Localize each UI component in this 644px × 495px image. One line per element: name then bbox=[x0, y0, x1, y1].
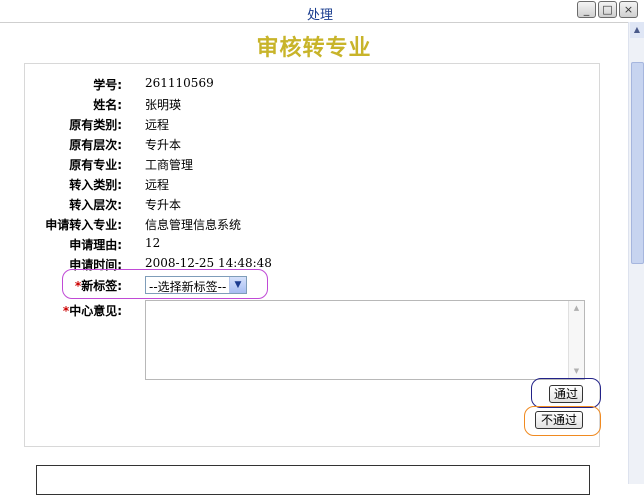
center-opinion-textarea[interactable]: ▲ ▼ bbox=[145, 300, 585, 380]
field-value: 信息管理信息系统 bbox=[145, 218, 242, 232]
field-row-student-id: 学号: 261110569 bbox=[0, 76, 600, 94]
field-value: 专升本 bbox=[145, 198, 182, 212]
field-label: 学号: bbox=[93, 78, 122, 92]
close-button[interactable]: × bbox=[619, 1, 638, 18]
field-value: 12 bbox=[145, 236, 161, 250]
scroll-up-arrow-icon[interactable]: ▲ bbox=[569, 301, 584, 316]
center-opinion-label: 中心意见: bbox=[69, 304, 122, 318]
scroll-down-arrow-icon[interactable]: ▼ bbox=[569, 364, 584, 379]
highlight-new-tag bbox=[62, 269, 268, 299]
field-value: 261110569 bbox=[145, 76, 214, 90]
field-label: 申请理由: bbox=[69, 238, 122, 252]
field-value: 工商管理 bbox=[145, 158, 194, 172]
scroll-up-arrow-icon[interactable]: ▲ bbox=[630, 22, 644, 38]
maximize-button[interactable]: □ bbox=[598, 1, 617, 18]
field-row-requested-major: 申请转入专业: 信息管理信息系统 bbox=[0, 216, 600, 234]
field-row-transfer-level: 转入层次: 专升本 bbox=[0, 196, 600, 214]
window-titlebar: 处理 _ □ × bbox=[0, 0, 644, 23]
field-label: 转入类别: bbox=[69, 178, 122, 192]
field-row-name: 姓名: 张明瑛 bbox=[0, 96, 600, 114]
field-row-original-level: 原有层次: 专升本 bbox=[0, 136, 600, 154]
page-title: 审核转专业 bbox=[256, 36, 372, 61]
field-label: 原有专业: bbox=[69, 158, 122, 172]
field-row-original-major: 原有专业: 工商管理 bbox=[0, 156, 600, 174]
bottom-panel bbox=[36, 465, 590, 495]
textarea-scrollbar[interactable]: ▲ ▼ bbox=[568, 301, 584, 379]
window-controls: _ □ × bbox=[577, 1, 638, 18]
highlight-pass bbox=[531, 378, 601, 408]
field-row-reason: 申请理由: 12 bbox=[0, 236, 600, 254]
page-scrollbar[interactable]: ▲ bbox=[628, 22, 644, 484]
field-label: 原有层次: bbox=[69, 138, 122, 152]
field-label: 姓名: bbox=[93, 98, 122, 112]
field-label: 转入层次: bbox=[69, 198, 122, 212]
field-value: 专升本 bbox=[145, 138, 182, 152]
field-label: 申请转入专业: bbox=[45, 218, 122, 232]
window-title: 处理 bbox=[306, 8, 333, 23]
field-value: 张明瑛 bbox=[145, 98, 182, 112]
field-label: *中心意见: bbox=[63, 302, 122, 319]
minimize-button[interactable]: _ bbox=[577, 1, 596, 18]
field-row-transfer-category: 转入类别: 远程 bbox=[0, 176, 600, 194]
field-value: 2008-12-25 14:48:48 bbox=[145, 256, 272, 270]
field-value: 远程 bbox=[145, 118, 170, 132]
highlight-reject bbox=[524, 406, 601, 436]
field-label: 原有类别: bbox=[69, 118, 122, 132]
scrollbar-thumb[interactable] bbox=[631, 62, 644, 264]
field-value: 远程 bbox=[145, 178, 170, 192]
field-row-original-category: 原有类别: 远程 bbox=[0, 116, 600, 134]
